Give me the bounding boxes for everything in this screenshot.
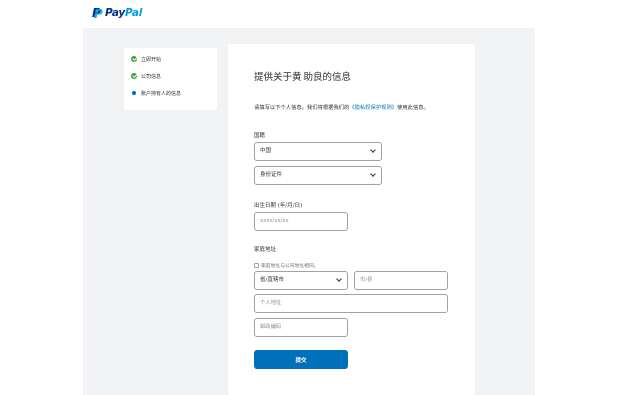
check-circle-icon	[131, 73, 137, 79]
same-address-row[interactable]: 家庭地址与公司地址相同。	[254, 261, 319, 269]
current-step-dot-icon	[132, 91, 136, 95]
page-title: 提供关于黄 助良的信息	[254, 69, 351, 83]
brand-pal: Pal	[125, 7, 143, 19]
title-part1: 提供关于黄	[254, 72, 302, 83]
step-get-started: 立即开始	[131, 54, 161, 64]
dob-placeholder: xxxx/xx/xx	[260, 218, 289, 224]
id-type-value: 身份证件	[260, 172, 283, 178]
province-value: 省/直辖市	[260, 277, 284, 283]
progress-steps-panel: 立即开始 公司信息 账户持有人的信息	[124, 48, 217, 110]
same-address-checkbox[interactable]	[254, 262, 259, 268]
address-label: 家庭地址	[254, 247, 277, 253]
province-select[interactable]: 省/直辖市	[254, 271, 348, 290]
street-placeholder: 个人地址	[260, 300, 282, 306]
step-company-info: 公司信息	[131, 71, 161, 81]
same-address-text: 家庭地址与公司地址相同。	[261, 263, 319, 269]
intro-after: 使用此信息。	[397, 105, 429, 111]
nationality-select[interactable]: 中国	[254, 142, 382, 161]
brand-pay: Pay	[105, 7, 126, 19]
step-account-holder-info: 账户持有人的信息	[131, 88, 181, 98]
intro-before: 请填写以下个人信息。我们将根据我们的	[254, 105, 350, 111]
top-bar: PP PayPal	[0, 0, 640, 28]
chevron-down-icon	[336, 276, 342, 282]
submit-button[interactable]: 提交	[254, 350, 348, 369]
check-circle-icon	[131, 56, 137, 62]
step-label: 公司信息	[141, 73, 162, 80]
step-label: 立即开始	[141, 56, 162, 63]
street-address-input[interactable]: 个人地址	[254, 294, 448, 313]
nationality-label: 国籍	[254, 133, 266, 139]
dob-label: 出生日期 (年/月/日)	[254, 203, 303, 209]
dob-input[interactable]: xxxx/xx/xx	[254, 212, 348, 231]
title-part2: 助良的信息	[303, 72, 352, 83]
postal-placeholder: 邮政编码	[260, 324, 282, 330]
chevron-down-icon	[370, 147, 376, 153]
nationality-value: 中国	[260, 148, 272, 154]
postal-code-input[interactable]: 邮政编码	[254, 318, 348, 337]
intro-text: 请填写以下个人信息。我们将根据我们的《隐私权保护规则》使用此信息。	[254, 104, 479, 112]
paypal-logo-icon: PP	[92, 5, 103, 21]
id-type-select[interactable]: 身份证件	[254, 166, 382, 185]
city-input[interactable]: 市/县	[354, 271, 448, 290]
city-placeholder: 市/县	[360, 277, 373, 283]
paypal-logo[interactable]: PP PayPal	[92, 5, 142, 21]
step-label: 账户持有人的信息	[141, 90, 182, 97]
chevron-down-icon	[370, 171, 376, 177]
privacy-policy-link[interactable]: 《隐私权保护规则》	[349, 105, 397, 111]
paypal-wordmark: PayPal	[105, 7, 142, 19]
